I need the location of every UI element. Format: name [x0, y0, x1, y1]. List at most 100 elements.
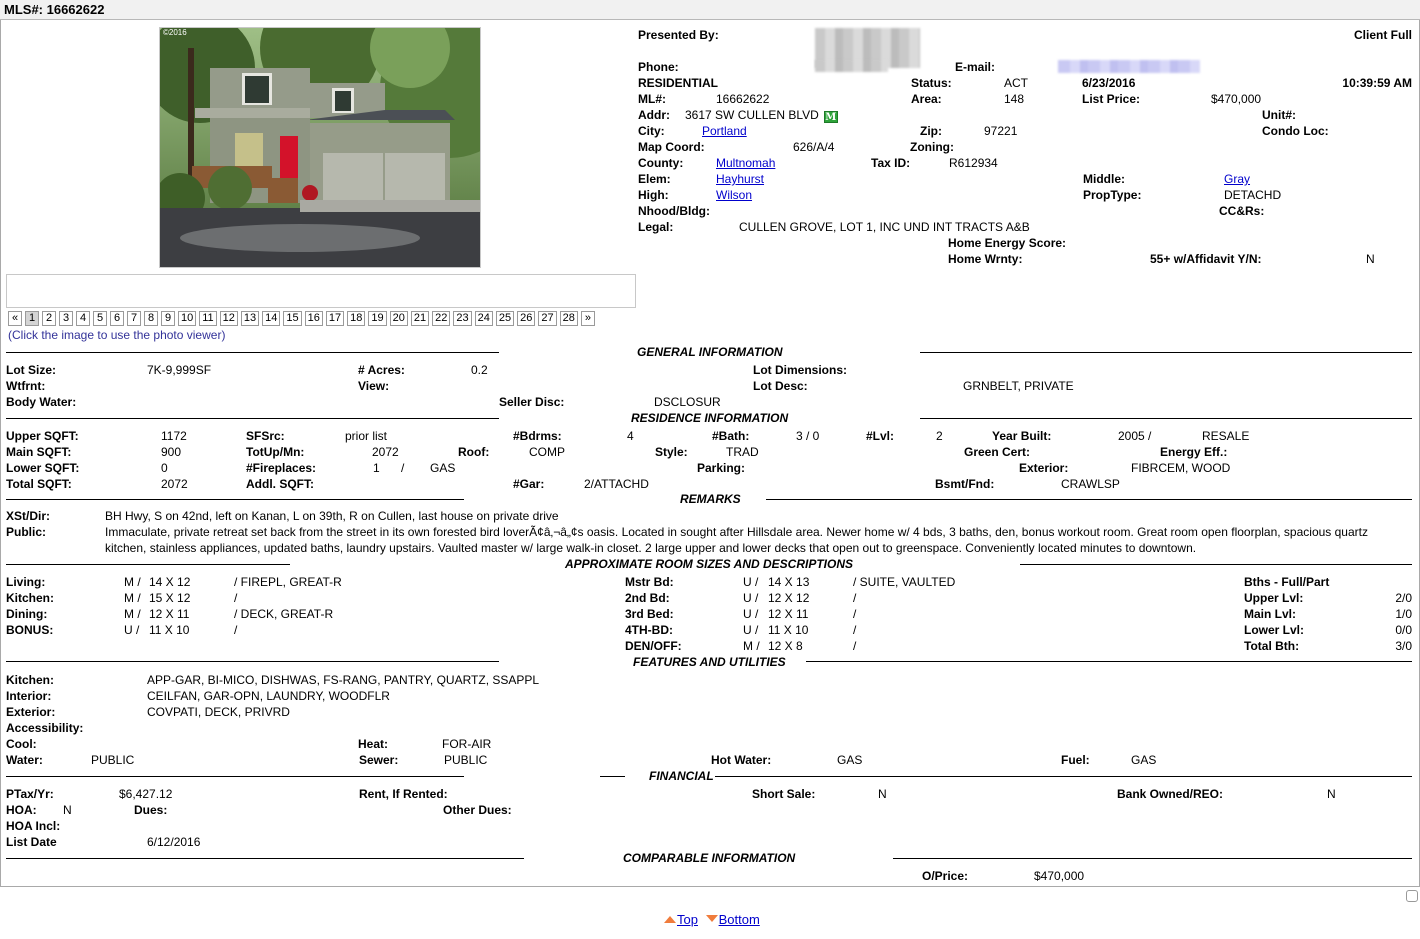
divider	[920, 418, 1412, 419]
pager-page-25[interactable]: 25	[495, 311, 515, 326]
room-desc: / FIREPL, GREAT-R	[234, 575, 342, 589]
pager-page-13[interactable]: 13	[240, 311, 260, 326]
pager-prev-button[interactable]: «	[8, 311, 22, 326]
elem-label: Elem:	[638, 172, 671, 186]
select-checkbox[interactable]	[1406, 890, 1418, 902]
status-label: Status:	[911, 76, 952, 90]
hoa-value: N	[63, 803, 72, 817]
pager-page-3[interactable]: 3	[59, 311, 73, 326]
middle-link[interactable]: Gray	[1224, 171, 1250, 187]
pager-page-5[interactable]: 5	[93, 311, 107, 326]
pager-page-6[interactable]: 6	[110, 311, 124, 326]
room-name: BONUS:	[6, 623, 54, 637]
addr-value: 3617 SW CULLEN BLVD	[685, 108, 819, 122]
pager-page-1[interactable]: 1	[25, 311, 39, 326]
pager-page-27[interactable]: 27	[538, 311, 557, 326]
pager-page-16[interactable]: 16	[304, 311, 323, 326]
section-comparable-title: COMPARABLE INFORMATION	[623, 851, 796, 865]
property-photo[interactable]: ©2016	[159, 27, 481, 268]
pager-page-2[interactable]: 2	[42, 311, 56, 326]
pager-page-17[interactable]: 17	[325, 311, 345, 326]
map-icon[interactable]: M	[823, 111, 838, 123]
room-size: 14 X 12	[149, 575, 191, 589]
divider	[6, 661, 499, 662]
pager-page-4[interactable]: 4	[76, 311, 90, 326]
cool-label: Cool:	[6, 737, 37, 751]
pager-page-11[interactable]: 11	[199, 311, 217, 326]
pager-page-21[interactable]: 21	[410, 311, 430, 326]
list-price-label: List Price:	[1082, 92, 1141, 106]
roof-value: COMP	[529, 445, 565, 459]
bath-level-value: 0/0	[1395, 623, 1412, 637]
divider	[920, 352, 1412, 353]
room-name: 3rd Bed:	[625, 607, 674, 621]
pager-page-23[interactable]: 23	[453, 311, 472, 326]
pager-next-button[interactable]: »	[580, 311, 595, 326]
presented-by-label: Presented By:	[638, 28, 719, 42]
room-desc: /	[853, 591, 857, 605]
room-size: 12 X 11	[768, 607, 809, 621]
style-label: Style:	[655, 445, 688, 459]
room-level: U /	[743, 623, 759, 637]
fireplaces-value: 1	[373, 461, 380, 475]
body-water-label: Body Water:	[6, 395, 77, 409]
affidavit-value: N	[1366, 252, 1375, 266]
room-level: U /	[743, 607, 759, 621]
totupmn-label: TotUp/Mn:	[246, 445, 305, 459]
fireplaces-separator: /	[401, 461, 405, 475]
bottom-link[interactable]: Bottom	[719, 912, 760, 927]
ptax-value: $6,427.12	[119, 787, 173, 801]
lot-dim-label: Lot Dimensions:	[753, 363, 848, 377]
city-link[interactable]: Portland	[702, 123, 747, 139]
report-type: Client Full	[1354, 28, 1412, 42]
pager-page-24[interactable]: 24	[474, 311, 493, 326]
pager-page-8[interactable]: 8	[144, 311, 158, 326]
room-size: 15 X 12	[149, 591, 191, 605]
short-sale-value: N	[878, 787, 887, 801]
pager-page-26[interactable]: 26	[517, 311, 536, 326]
addr-line: 3617 SW CULLEN BLVD M	[685, 107, 838, 123]
room-level: M /	[743, 639, 760, 653]
legal-value: CULLEN GROVE, LOT 1, INC UND INT TRACTS …	[739, 220, 1030, 234]
acres-label: # Acres:	[358, 363, 405, 377]
upper-sqft-value: 1172	[161, 429, 187, 443]
room-desc: /	[853, 623, 857, 637]
elem-link[interactable]: Hayhurst	[716, 171, 764, 187]
hot-water-value: GAS	[837, 753, 863, 767]
divider	[600, 776, 625, 777]
county-link[interactable]: Multnomah	[716, 155, 775, 171]
fuel-value: GAS	[1131, 753, 1157, 767]
sfsrc-value: prior list	[345, 429, 388, 443]
email-redacted[interactable]	[1058, 60, 1200, 73]
pager-page-28[interactable]: 28	[559, 311, 578, 326]
arrow-up-icon	[664, 916, 676, 923]
fireplaces-label: #Fireplaces:	[246, 461, 317, 475]
lot-size-label: Lot Size:	[6, 363, 56, 377]
pager-page-22[interactable]: 22	[432, 311, 451, 326]
hoa-label: HOA:	[6, 803, 37, 817]
pager-page-7[interactable]: 7	[127, 311, 141, 326]
pager-page-19[interactable]: 19	[368, 311, 387, 326]
home-wrnty-label: Home Wrnty:	[948, 252, 1023, 266]
kitchen-feat-value: APP-GAR, BI-MICO, DISHWAS, FS-RANG, PANT…	[147, 673, 540, 687]
area-label: Area:	[911, 92, 942, 106]
top-link[interactable]: Top	[677, 912, 698, 927]
room-name: Mstr Bd:	[625, 575, 674, 589]
room-name: 4TH-BD:	[625, 623, 673, 637]
prop-type-label: PropType:	[1083, 188, 1142, 202]
energy-eff-label: Energy Eff.:	[1160, 445, 1228, 459]
pager-page-18[interactable]: 18	[347, 311, 366, 326]
nhood-label: Nhood/Bldg:	[638, 204, 710, 218]
pager-page-9[interactable]: 9	[161, 311, 175, 326]
short-sale-label: Short Sale:	[752, 787, 816, 801]
pager-page-20[interactable]: 20	[389, 311, 408, 326]
section-remarks-title: REMARKS	[680, 492, 741, 506]
pager-page-14[interactable]: 14	[262, 311, 281, 326]
pager-page-10[interactable]: 10	[178, 311, 197, 326]
room-desc: /	[234, 591, 238, 605]
pager-page-15[interactable]: 15	[283, 311, 302, 326]
bdrms-label: #Bdrms:	[513, 429, 562, 443]
divider	[6, 858, 524, 859]
pager-page-12[interactable]: 12	[219, 311, 238, 326]
high-link[interactable]: Wilson	[716, 187, 752, 203]
